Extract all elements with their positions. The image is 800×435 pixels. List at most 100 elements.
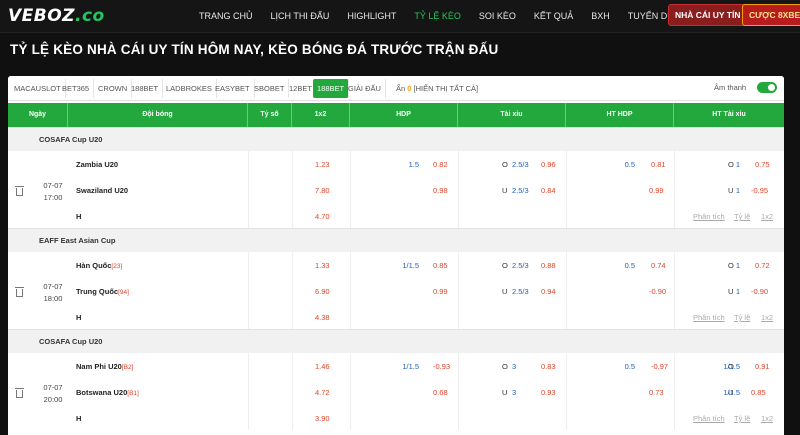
odd-1x2-draw[interactable]: 4.38: [315, 313, 330, 322]
odd-hdp-home[interactable]: -0.93: [433, 362, 450, 371]
home-team-name: Zambia U20: [76, 160, 119, 169]
odd-ht-tx-over[interactable]: 0.91: [755, 362, 770, 371]
bookmaker-tab[interactable]: SBOBET: [250, 79, 290, 98]
hidden-matches-label[interactable]: Ẩn 0 [HIỂN THỊ TẤT CẢ]: [392, 79, 482, 98]
odd-hdp-away[interactable]: 0.99: [433, 287, 448, 296]
tx-over-label: O: [502, 261, 508, 270]
trash-icon[interactable]: [15, 287, 24, 297]
nhacai-uytin-button[interactable]: NHÀ CÁI UY TÍN: [668, 4, 748, 26]
column-divider: [350, 151, 351, 228]
main-nav: TRANG CHỦ LỊCH THI ĐẤU HIGHLIGHT TỶ LỆ KÈO S…: [190, 0, 696, 33]
odd-ht-hdp-away[interactable]: 0.99: [649, 186, 664, 195]
column-divider: [292, 353, 293, 430]
odds-link[interactable]: Tỷ lệ: [734, 414, 750, 423]
page-title: TỶ LỆ KÈO NHÀ CÁI UY TÍN HÔM NAY, KÈO BÓ…: [10, 42, 499, 57]
odd-ht-hdp-away[interactable]: -0.90: [649, 287, 666, 296]
odd-hdp-home[interactable]: 0.82: [433, 160, 448, 169]
tx-line: 2.5/3: [512, 186, 529, 195]
nav-item[interactable]: TRANG CHỦ: [190, 0, 262, 33]
ht-hdp-line: 0.5: [624, 160, 635, 169]
away-team[interactable]: Botswana U20[B1]: [76, 388, 139, 397]
trash-icon[interactable]: [15, 388, 24, 398]
nav-item[interactable]: HIGHLIGHT: [338, 0, 405, 33]
trash-icon[interactable]: [15, 186, 24, 196]
ht-tx-line: 1: [735, 287, 740, 296]
odd-1x2-home[interactable]: 1.46: [315, 362, 330, 371]
odd-ht-hdp-away[interactable]: 0.73: [649, 388, 664, 397]
odd-ht-hdp-home[interactable]: 0.81: [651, 160, 666, 169]
away-team[interactable]: Trung Quốc[94]: [76, 287, 129, 296]
odd-1x2-home[interactable]: 1.23: [315, 160, 330, 169]
odd-ht-tx-under[interactable]: -0.90: [751, 287, 768, 296]
ht-tx-under-label: U: [728, 287, 734, 296]
match-row: 07-07 20:00 Nam Phi U20[B2] Botswana U20[B1…: [8, 353, 784, 430]
odd-1x2-draw[interactable]: 4.70: [315, 212, 330, 221]
bookmaker-tab[interactable]: LADBROKES: [162, 79, 217, 98]
odds-link[interactable]: Tỷ lệ: [734, 212, 750, 221]
odd-tx-under[interactable]: 0.84: [541, 186, 556, 195]
odd-hdp-away[interactable]: 0.68: [433, 388, 448, 397]
x12-link[interactable]: 1x2: [761, 414, 773, 423]
column-divider: [248, 252, 249, 329]
odd-1x2-draw[interactable]: 3.90: [315, 414, 330, 423]
analysis-link[interactable]: Phân tích: [693, 313, 725, 322]
odd-ht-tx-over[interactable]: 0.72: [755, 261, 770, 270]
odd-ht-hdp-home[interactable]: 0.74: [651, 261, 666, 270]
odds-link[interactable]: Tỷ lệ: [734, 313, 750, 322]
x12-link[interactable]: 1x2: [761, 212, 773, 221]
bookmaker-tab[interactable]: EASYBET: [211, 79, 255, 98]
home-team[interactable]: Nam Phi U20[B2]: [76, 362, 133, 371]
odds-panel: Âm thanh MACAUSLOT BET365 CROWN 188BET LADBR…: [8, 76, 784, 435]
bookmaker-tab[interactable]: GIẢI ĐẤU: [344, 79, 386, 98]
column-divider: [566, 353, 567, 430]
odd-1x2-home[interactable]: 1.33: [315, 261, 330, 270]
odd-hdp-away[interactable]: 0.98: [433, 186, 448, 195]
odd-hdp-home[interactable]: 0.85: [433, 261, 448, 270]
odd-1x2-away[interactable]: 4.72: [315, 388, 330, 397]
tx-under-label: U: [502, 186, 508, 195]
nav-item[interactable]: SOI KÈO: [470, 0, 525, 33]
ht-tx-over-label: O: [728, 261, 734, 270]
nav-item[interactable]: KẾT QUẢ: [525, 0, 582, 33]
tx-over-label: O: [502, 160, 508, 169]
column-divider: [458, 353, 459, 430]
cuoc-8xbet-button[interactable]: CƯỢC 8XBET: [742, 4, 800, 26]
odd-ht-tx-under[interactable]: 0.85: [751, 388, 766, 397]
odd-1x2-away[interactable]: 7.80: [315, 186, 330, 195]
nav-item[interactable]: BXH: [582, 0, 619, 33]
odd-ht-tx-under[interactable]: -0.95: [751, 186, 768, 195]
away-team[interactable]: Swaziland U20: [76, 186, 128, 195]
header-hdp: HDP: [350, 103, 458, 127]
home-team[interactable]: Hàn Quốc[23]: [76, 261, 122, 270]
ht-tx-line: 1/1.5: [723, 362, 740, 371]
league-row: COSAFA Cup U20: [8, 127, 784, 151]
analysis-link[interactable]: Phân tích: [693, 414, 725, 423]
odd-tx-over[interactable]: 0.83: [541, 362, 556, 371]
column-divider: [458, 151, 459, 228]
home-team[interactable]: Zambia U20: [76, 160, 118, 169]
bookmaker-tab[interactable]: BET365: [58, 79, 95, 98]
odd-ht-tx-over[interactable]: 0.75: [755, 160, 770, 169]
ht-tx-line: 1: [735, 186, 740, 195]
odd-tx-over[interactable]: 0.88: [541, 261, 556, 270]
odd-1x2-away[interactable]: 6.90: [315, 287, 330, 296]
away-rank: [B1]: [127, 390, 139, 397]
ht-hdp-line: 0.5: [624, 261, 635, 270]
odd-ht-hdp-home[interactable]: -0.97: [651, 362, 668, 371]
bookmaker-tab[interactable]: 188BET: [127, 79, 164, 98]
header-score: Tỷ số: [248, 103, 292, 127]
away-rank: [94]: [118, 289, 129, 296]
site-logo[interactable]: VEBOZ.co: [8, 6, 105, 26]
odd-tx-over[interactable]: 0.96: [541, 160, 556, 169]
header-ht-hdp: HT HDP: [566, 103, 674, 127]
x12-link[interactable]: 1x2: [761, 313, 773, 322]
tx-over-label: O: [502, 362, 508, 371]
analysis-link[interactable]: Phân tích: [693, 212, 725, 221]
nav-item[interactable]: LỊCH THI ĐẤU: [262, 0, 339, 33]
column-divider: [674, 151, 675, 228]
match-time: 20:00: [43, 395, 63, 404]
nav-item[interactable]: TỶ LỆ KÈO: [405, 0, 470, 33]
sound-toggle[interactable]: [757, 82, 777, 93]
odd-tx-under[interactable]: 0.93: [541, 388, 556, 397]
odd-tx-under[interactable]: 0.94: [541, 287, 556, 296]
